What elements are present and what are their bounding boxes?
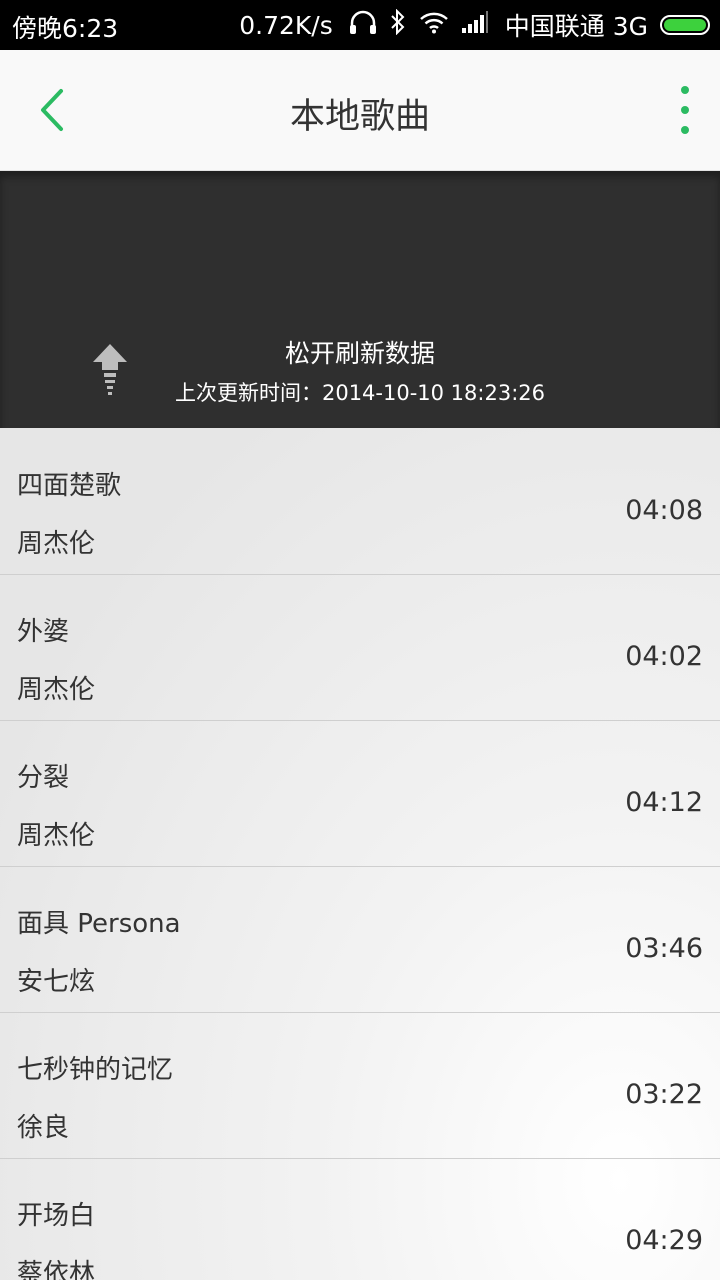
song-artist: 安七炫 xyxy=(17,967,96,997)
bluetooth-icon xyxy=(389,8,407,41)
more-dot-icon xyxy=(681,86,689,94)
song-artist: 周杰伦 xyxy=(17,821,96,851)
signal-icon xyxy=(461,10,489,40)
song-title: 外婆 xyxy=(17,617,70,647)
battery-level xyxy=(664,19,706,31)
pull-refresh-header: 松开刷新数据 上次更新时间：2014-10-10 18:23:26 xyxy=(0,171,720,428)
song-duration: 04:08 xyxy=(625,495,703,526)
song-duration: 04:02 xyxy=(625,641,703,672)
refresh-status-text: 松开刷新数据 xyxy=(284,339,435,368)
song-duration: 03:22 xyxy=(625,1079,703,1110)
song-title: 面具 Persona xyxy=(17,909,181,939)
headphones-icon xyxy=(349,9,377,41)
wifi-icon xyxy=(419,10,449,40)
network-speed: 0.72K/s xyxy=(239,10,333,40)
song-title: 四面楚歌 xyxy=(17,471,122,501)
status-time: 傍晚6:23 xyxy=(12,14,119,43)
battery-icon xyxy=(660,15,710,35)
title-bar: 本地歌曲 xyxy=(0,50,720,171)
song-list-item[interactable]: 四面楚歌 周杰伦 04:08 xyxy=(0,429,720,575)
refresh-last-update: 上次更新时间：2014-10-10 18:23:26 xyxy=(174,381,546,405)
more-options-button[interactable] xyxy=(668,80,702,140)
song-list-item[interactable]: 外婆 周杰伦 04:02 xyxy=(0,575,720,721)
song-list-item[interactable]: 分裂 周杰伦 04:12 xyxy=(0,721,720,867)
song-artist: 周杰伦 xyxy=(17,529,96,559)
song-title: 七秒钟的记忆 xyxy=(17,1055,174,1085)
page-title: 本地歌曲 xyxy=(289,97,430,137)
song-artist: 蔡依林 xyxy=(17,1259,96,1280)
status-bar: 傍晚6:23 0.72K/s 中国联通 3G xyxy=(0,0,720,50)
song-list-item[interactable]: 开场白 蔡依林 04:29 xyxy=(0,1159,720,1280)
song-duration: 03:46 xyxy=(625,933,703,964)
more-dot-icon xyxy=(681,126,689,134)
song-list-item[interactable]: 面具 Persona 安七炫 03:46 xyxy=(0,867,720,1013)
more-dot-icon xyxy=(681,106,689,114)
status-icons: 0.72K/s 中国联通 3G xyxy=(239,0,710,50)
song-list: 四面楚歌 周杰伦 04:08 外婆 周杰伦 04:02 分裂 周杰伦 04:12… xyxy=(0,429,720,1280)
song-artist: 周杰伦 xyxy=(17,675,96,705)
song-title: 分裂 xyxy=(17,763,70,793)
app-screen: 傍晚6:23 0.72K/s 中国联通 3G 本地歌曲 松开刷新数据 上次更新时… xyxy=(0,0,720,1280)
carrier-name: 中国联通 3G xyxy=(504,12,648,41)
song-duration: 04:29 xyxy=(625,1225,703,1256)
song-list-item[interactable]: 七秒钟的记忆 徐良 03:22 xyxy=(0,1013,720,1159)
song-artist: 徐良 xyxy=(17,1113,70,1143)
song-title: 开场白 xyxy=(17,1201,96,1231)
song-duration: 04:12 xyxy=(625,787,703,818)
